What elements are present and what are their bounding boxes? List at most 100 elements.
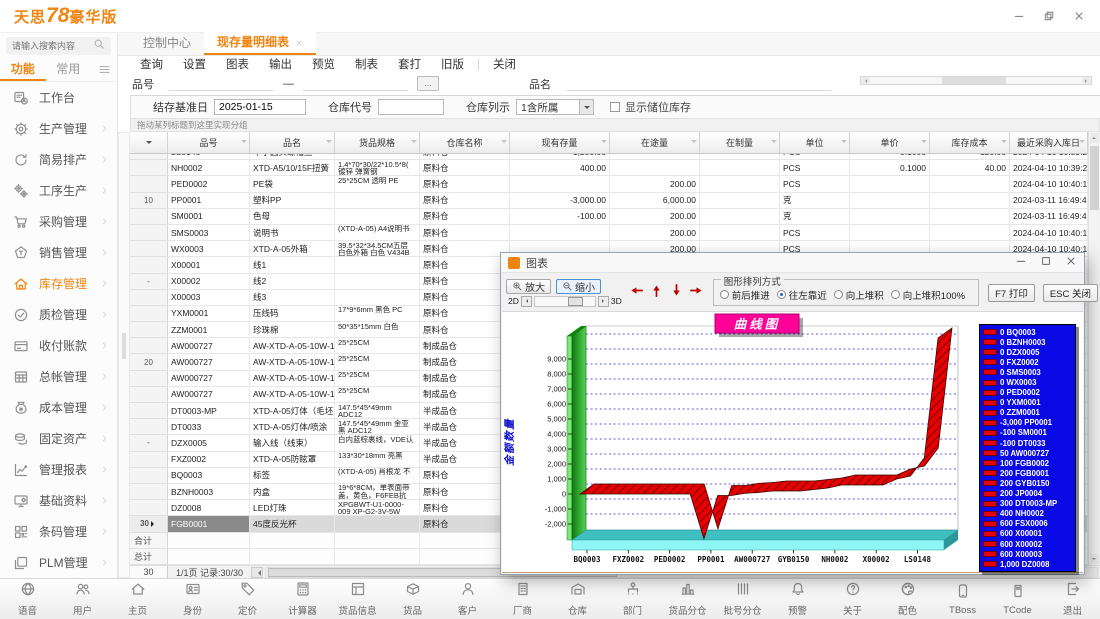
row-indicator[interactable]: 10 [130,193,168,209]
depth-slider[interactable] [534,296,596,307]
scroll-left-icon[interactable] [861,77,870,84]
item-no-from-input[interactable] [169,77,274,91]
grid-vertical-scrollbar[interactable] [1088,132,1100,565]
row-indicator[interactable]: - [130,435,168,451]
left-splitter[interactable] [118,132,130,578]
table-row[interactable]: NH0002XTD-A5/10/15F扭簧1.4*70*30/22*10.5*8… [130,160,1088,176]
toolbar-item-users[interactable]: 用户 [55,579,110,619]
sidebar-item-sales[interactable]: 销售管理 [0,237,117,268]
print-button[interactable]: F7 打印 [988,284,1035,302]
menu-item-legacy[interactable]: 旧版 [431,56,474,72]
toolbar-item-tboss[interactable]: TBoss [935,579,990,619]
splitter-handle-icon[interactable] [122,333,126,359]
pan-down-icon[interactable] [669,283,684,303]
column-header-unit[interactable]: 单位 [780,132,850,154]
close-icon[interactable] [1072,9,1086,23]
row-indicator[interactable] [130,209,168,225]
item-name-input[interactable] [566,77,831,91]
sidebar-tab-functions[interactable]: 功能 [0,58,46,81]
column-header-unit_price[interactable]: 单价 [850,132,930,154]
base-date-input[interactable] [214,99,306,115]
tab-control-center[interactable]: 控制中心 [130,32,204,55]
scrollbar-thumb[interactable] [942,77,1006,84]
zoom-out-button[interactable]: 缩小 [556,279,601,294]
sidebar-item-inventory[interactable]: 库存管理 [0,268,117,299]
browse-button[interactable]: ... [417,76,439,91]
column-header-last_purchase_date[interactable]: 最近采购入库日 [1010,132,1088,154]
arrange-option-1[interactable]: 往左靠近 [777,288,827,302]
filter-drop-icon[interactable] [501,140,507,146]
select-options-icon[interactable] [146,141,152,147]
top-horizontal-scrollbar[interactable] [860,76,1092,85]
item-no-to-input[interactable] [303,77,408,91]
minimize-icon[interactable] [1012,9,1026,23]
toolbar-item-calculator[interactable]: 计算器 [275,579,330,619]
sidebar-search[interactable] [6,37,111,55]
filter-drop-icon[interactable] [1001,140,1007,146]
toolbar-item-goods[interactable]: 货品 [385,579,440,619]
sidebar-item-ledger[interactable]: 总帐管理 [0,361,117,392]
scroll-up-icon[interactable] [1090,133,1099,143]
filter-drop-icon[interactable] [326,140,332,146]
column-header-qty_in_transit[interactable]: 在途量 [610,132,700,154]
sidebar-item-workbench[interactable]: 工作台 [0,82,117,113]
menu-item-print-template[interactable]: 套打 [388,56,431,72]
scroll-right-icon[interactable] [1082,77,1091,84]
column-header-item_no[interactable]: 品号 [168,132,250,154]
column-header-item_name[interactable]: 品名 [250,132,335,154]
checkbox-icon[interactable] [610,102,620,112]
menu-item-close[interactable]: 关闭 [483,56,526,72]
toolbar-item-about[interactable]: 关于 [825,579,880,619]
row-indicator[interactable]: 20 [130,354,168,370]
toolbar-item-batch-warehouse[interactable]: 批号分仓 [715,579,770,619]
restore-icon[interactable] [1042,9,1056,23]
arrange-option-0[interactable]: 前后推进 [720,288,770,302]
toolbar-item-goods-info[interactable]: 货品信息 [330,579,385,619]
toolbar-item-tcode[interactable]: TCode [990,579,1045,619]
toolbar-item-color-scheme[interactable]: 配色 [880,579,935,619]
sidebar-tab-frequent[interactable]: 常用 [46,58,92,81]
filter-drop-icon[interactable] [241,140,247,146]
close-chart-button[interactable]: ESC 关闭 [1043,284,1098,302]
row-indicator[interactable] [130,500,168,516]
row-indicator[interactable] [130,484,168,500]
maximize-icon[interactable] [1040,255,1052,270]
row-indicator[interactable] [130,241,168,257]
filter-drop-icon[interactable] [771,140,777,146]
zoom-in-button[interactable]: 放大 [506,279,551,294]
filter-drop-icon[interactable] [921,140,927,146]
sidebar-item-purchasing[interactable]: 采购管理 [0,206,117,237]
row-indicator[interactable] [130,225,168,241]
row-indicator[interactable] [130,306,168,322]
toolbar-item-voice[interactable]: 语音 [0,579,55,619]
filter-drop-icon[interactable] [1079,140,1085,146]
toolbar-item-goods-warehouse[interactable]: 货品分仓 [660,579,715,619]
sidebar-item-quality[interactable]: 质检管理 [0,299,117,330]
toolbar-item-customer[interactable]: 客户 [440,579,495,619]
row-indicator[interactable] [130,403,168,419]
row-indicator[interactable] [130,290,168,306]
sidebar-item-process-production[interactable]: 工序生产 [0,175,117,206]
warehouse-code-input[interactable] [378,99,444,115]
radio-icon[interactable] [720,290,729,299]
search-input[interactable] [12,41,90,51]
row-indicator[interactable] [130,322,168,338]
toolbar-item-exit[interactable]: 退出 [1045,579,1100,619]
table-row[interactable]: 10PP0001塑料PP原料仓-3,000.006,000.00克2024-03… [130,193,1088,209]
slider-thumb[interactable] [568,297,583,306]
row-indicator[interactable] [130,338,168,354]
toolbar-item-identity[interactable]: 身份 [165,579,220,619]
radio-icon[interactable] [891,290,900,299]
hamburger-icon[interactable] [91,63,117,76]
row-indicator[interactable]: 30 [130,516,168,532]
row-indicator[interactable] [130,257,168,273]
toolbar-item-alert[interactable]: 预警 [770,579,825,619]
sidebar-item-plm[interactable]: PLM管理 [0,547,117,578]
row-indicator[interactable] [130,387,168,403]
chart-window-title-bar[interactable]: 图表 [501,253,1084,273]
sidebar-item-receivables[interactable]: 收付账款 [0,330,117,361]
warehouse-list-select[interactable]: 1含所属 [516,99,594,115]
table-row[interactable]: PED0002PE袋25*25CM 透明 PE原料仓200.00PCS2024-… [130,176,1088,192]
filter-drop-icon[interactable] [601,140,607,146]
column-header-qty_in_process[interactable]: 在制量 [700,132,780,154]
